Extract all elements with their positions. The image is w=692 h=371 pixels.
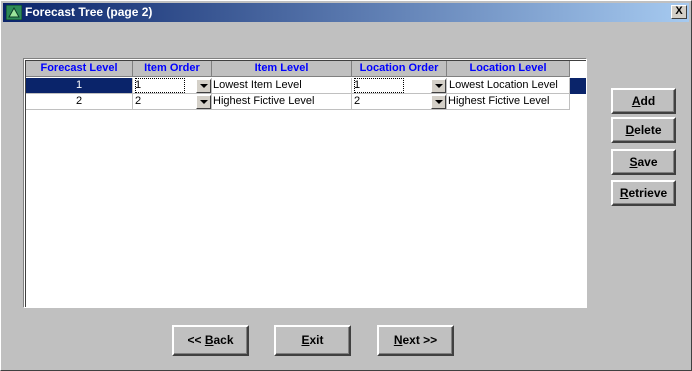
exit-button-mnemonic: E	[301, 333, 310, 347]
item-order-value: 2	[135, 95, 142, 107]
column-header-item-order[interactable]: Item Order	[133, 61, 212, 77]
column-header-item-level[interactable]: Item Level	[212, 61, 352, 77]
location-order-dropdown[interactable]: 2	[352, 94, 447, 110]
forecast-tree-grid[interactable]: Forecast Level Item Order Item Level Loc…	[23, 58, 587, 308]
retrieve-button-label: etrieve	[628, 186, 668, 200]
delete-button-mnemonic: D	[625, 123, 635, 137]
back-button-prefix: <<	[187, 333, 205, 347]
back-button[interactable]: << Back	[172, 325, 249, 356]
chevron-down-icon[interactable]	[196, 95, 211, 109]
table-row[interactable]: 1 1 Lowest Item Level 1 Lowest Location …	[26, 78, 586, 94]
column-header-forecast-level[interactable]: Forecast Level	[26, 61, 133, 77]
add-button-mnemonic: A	[631, 94, 641, 108]
next-button[interactable]: Next >>	[377, 325, 454, 356]
title-bar: Forecast Tree (page 2) X	[3, 3, 689, 22]
item-level-cell[interactable]: Lowest Item Level	[212, 78, 352, 94]
item-order-dropdown[interactable]: 1	[133, 78, 212, 94]
location-level-cell[interactable]: Highest Fictive Level	[447, 94, 570, 110]
back-button-mnemonic: B	[204, 333, 214, 347]
forecast-level-cell[interactable]: 2	[26, 94, 133, 110]
column-header-location-level[interactable]: Location Level	[447, 61, 570, 77]
next-button-label: ext >>	[402, 333, 438, 347]
exit-button-label: xit	[309, 333, 324, 347]
item-order-dropdown[interactable]: 2	[133, 94, 212, 110]
add-button-label: dd	[640, 94, 656, 108]
close-button[interactable]: X	[671, 5, 687, 19]
item-order-value: 1	[135, 78, 186, 93]
app-icon	[6, 5, 22, 20]
location-order-dropdown[interactable]: 1	[352, 78, 447, 94]
delete-button-label: elete	[634, 123, 662, 137]
window-title: Forecast Tree (page 2)	[25, 5, 153, 19]
save-button-label: ave	[637, 155, 658, 169]
item-level-cell[interactable]: Highest Fictive Level	[212, 94, 352, 110]
exit-button[interactable]: Exit	[274, 325, 351, 356]
table-row[interactable]: 2 2 Highest Fictive Level 2 Highest Fict…	[26, 94, 570, 110]
location-level-cell[interactable]: Lowest Location Level	[447, 78, 570, 94]
delete-button[interactable]: Delete	[611, 117, 676, 143]
forecast-tree-window: Forecast Tree (page 2) X Forecast Level …	[0, 0, 692, 371]
chevron-down-icon[interactable]	[431, 79, 446, 93]
location-order-value: 2	[354, 95, 361, 107]
retrieve-button[interactable]: Retrieve	[611, 180, 676, 206]
chevron-down-icon[interactable]	[431, 95, 446, 109]
location-order-value: 1	[354, 78, 405, 93]
forecast-level-cell[interactable]: 1	[26, 78, 133, 94]
save-button[interactable]: Save	[611, 149, 676, 175]
close-icon: X	[675, 5, 683, 17]
add-button[interactable]: Add	[611, 88, 676, 114]
column-header-location-order[interactable]: Location Order	[352, 61, 447, 77]
chevron-down-icon[interactable]	[196, 79, 211, 93]
back-button-label: ack	[213, 333, 234, 347]
grid-body: Forecast Level Item Order Item Level Loc…	[25, 60, 586, 307]
